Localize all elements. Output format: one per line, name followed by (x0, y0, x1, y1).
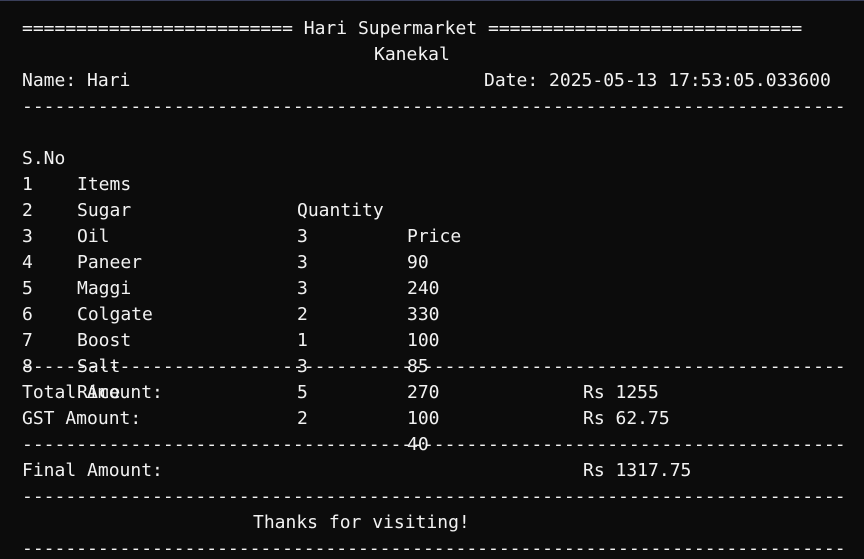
row-price: 270 (407, 382, 440, 403)
row-item: Colgate (77, 304, 153, 325)
divider: ----------------------------------------… (22, 96, 848, 117)
customer-name: Name: Hari (22, 70, 131, 91)
table-row: 6 Boost 3 270 (22, 276, 440, 403)
row-price: 100 (407, 408, 440, 429)
terminal-window: ========================= Hari Supermark… (0, 0, 864, 559)
row-item: Maggi (77, 278, 132, 299)
row-item: Oil (77, 226, 110, 247)
header-quantity: Quantity (297, 200, 384, 221)
divider: ----------------------------------------… (22, 538, 848, 559)
row-item: Paneer (77, 252, 143, 273)
row-quantity: 5 (297, 382, 308, 403)
total-amount-label: Total Amount: (22, 382, 163, 403)
row-price: 90 (407, 252, 429, 273)
total-amount-value: Rs 1255 (583, 382, 659, 403)
row-quantity: 3 (297, 278, 308, 299)
final-amount-label: Final Amount: (22, 460, 163, 481)
table-row: 1 Sugar 3 90 (22, 146, 429, 273)
table-row: 7 Salt 5 100 (22, 302, 440, 429)
table-row: 2 Oil 3 240 (22, 172, 440, 299)
row-quantity: 2 (297, 408, 308, 429)
row-item: Sugar (77, 200, 132, 221)
store-location: Kanekal (374, 44, 450, 65)
divider: ----------------------------------------… (22, 486, 848, 507)
store-banner: ========================= Hari Supermark… (22, 18, 803, 39)
header-items: Items (77, 174, 132, 195)
row-price: 240 (407, 278, 440, 299)
row-price: 100 (407, 330, 440, 351)
thanks-message: Thanks for visiting! (253, 512, 470, 533)
final-amount-value: Rs 1317.75 (583, 460, 692, 481)
bill-date: Date: 2025-05-13 17:53:05.033600 (484, 70, 831, 91)
table-row: 4 Maggi 2 100 (22, 224, 440, 351)
row-price: 330 (407, 304, 440, 325)
row-quantity: 3 (297, 226, 308, 247)
row-quantity: 3 (297, 252, 308, 273)
gst-amount-label: GST Amount: (22, 408, 142, 429)
header-price: Price (407, 226, 462, 247)
row-quantity: 1 (297, 330, 308, 351)
table-row: 3 Paneer 3 330 (22, 198, 440, 325)
row-quantity: 2 (297, 304, 308, 325)
table-row: 5 Colgate 1 85 (22, 250, 429, 377)
row-item: Boost (77, 330, 132, 351)
divider: ----------------------------------------… (22, 356, 848, 377)
table-header-row: S.No Items Quantity Price (22, 120, 461, 247)
divider: ----------------------------------------… (22, 434, 848, 455)
gst-amount-value: Rs 62.75 (583, 408, 670, 429)
table-row: 8 Rice 2 40 (22, 328, 429, 455)
